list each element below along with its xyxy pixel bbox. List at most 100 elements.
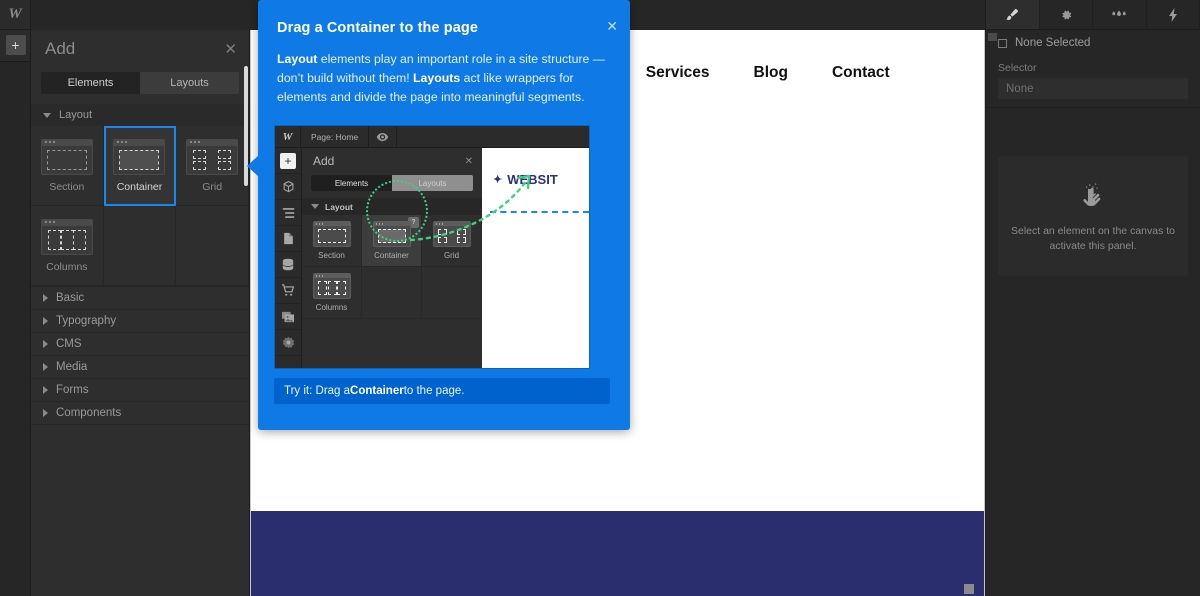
tooltip-body: Layout elements play an important role i… (258, 36, 630, 106)
tooltip-try-it-bar: Try it: Drag a Container to the page. (274, 378, 610, 404)
mini-add-icon: + (275, 148, 301, 174)
paintbrush-icon (1006, 8, 1019, 20)
mini-page-label: Page: Home (301, 126, 370, 148)
category-basic[interactable]: Basic (31, 287, 249, 310)
onboarding-tooltip: ✕ Drag a Container to the page Layout el… (247, 0, 630, 430)
category-cms[interactable]: CMS (31, 333, 249, 356)
canvas-left-edge (250, 30, 251, 596)
mini-section-label: Layout (325, 201, 353, 212)
category-label: Typography (56, 315, 117, 327)
category-label: CMS (56, 338, 82, 350)
nav-link-blog[interactable]: Blog (754, 64, 788, 82)
tab-layouts[interactable]: Layouts (140, 72, 239, 94)
canvas-resize-handle[interactable] (964, 584, 974, 594)
try-it-part: to the page. (403, 385, 465, 397)
section-glyph (40, 138, 93, 175)
gear-icon (1062, 10, 1071, 19)
element-grid[interactable]: Grid (176, 126, 249, 206)
mini-icon-rail: + (275, 148, 302, 368)
panel-scroll-indicator[interactable] (988, 33, 997, 41)
add-icon: + (5, 35, 26, 55)
element-columns[interactable]: Columns (31, 206, 104, 286)
drag-path-arrow (409, 174, 531, 242)
style-panel-tabs (986, 0, 1200, 30)
mini-assets-icon (275, 304, 301, 330)
mini-element-label: Grid (443, 251, 460, 260)
layout-elements-grid: Section Container Grid Columns (31, 126, 249, 286)
tooltip-title: Drag a Container to the page (277, 20, 478, 36)
tab-effects[interactable] (1093, 0, 1147, 29)
mini-empty-cell (422, 267, 482, 319)
category-label: Basic (56, 292, 85, 304)
category-typography[interactable]: Typography (31, 310, 249, 333)
selection-label: None Selected (1015, 37, 1091, 49)
tooltip-body-part: Layouts (413, 70, 461, 85)
element-label: Columns (46, 260, 88, 273)
style-panel-empty-state: Select an element on the canvas to activ… (998, 156, 1188, 276)
nav-link-contact[interactable]: Contact (832, 64, 890, 82)
element-label: Section (49, 180, 85, 193)
element-container[interactable]: Container (103, 126, 177, 206)
add-panel-header: Add ✕ (31, 30, 249, 68)
mini-element-section: Section (302, 215, 362, 267)
mini-element-label: Container (374, 251, 409, 260)
tooltip-body-part: Layout (277, 52, 318, 66)
mini-pages-icon (275, 226, 301, 252)
lightning-bolt-icon (1168, 7, 1177, 22)
element-label: Grid (202, 180, 223, 193)
element-categories: Basic Typography CMS Media Forms Compone… (31, 286, 249, 425)
app-logo[interactable]: W (0, 0, 30, 30)
rail-remainder (0, 61, 30, 596)
mini-settings-icon (275, 330, 301, 356)
webflow-designer-window: W + Add ✕ Elements Layouts Layout Sectio… (0, 0, 1200, 596)
empty-state-text: Select an element on the canvas to activ… (1010, 224, 1176, 252)
section-header-layout[interactable]: Layout (31, 104, 249, 126)
category-media[interactable]: Media (31, 356, 249, 379)
mini-ecommerce-icon (275, 278, 301, 304)
mini-element-columns: Columns (302, 267, 362, 319)
site-footer-section[interactable] (250, 511, 985, 596)
section-label: Layout (59, 109, 93, 121)
tab-elements[interactable]: Elements (41, 72, 140, 94)
droplets-icon (1112, 10, 1126, 16)
chevron-right-icon (43, 386, 48, 394)
close-icon[interactable]: ✕ (224, 42, 237, 57)
chevron-right-icon (43, 317, 48, 325)
add-panel-tabs: Elements Layouts (41, 72, 239, 94)
chevron-right-icon (43, 409, 48, 417)
selection-status: None Selected (986, 32, 1200, 54)
tab-settings[interactable] (1040, 0, 1093, 29)
close-icon[interactable]: ✕ (606, 19, 618, 33)
add-panel-title: Add (45, 39, 76, 58)
mini-cms-icon (275, 252, 301, 278)
grid-glyph (186, 138, 239, 175)
eye-icon (369, 126, 398, 148)
tooltip-arrow (247, 155, 259, 177)
category-components[interactable]: Components (31, 402, 249, 425)
tab-style[interactable] (986, 0, 1040, 29)
mini-add-title: Add (313, 154, 335, 168)
selection-checkbox-icon (998, 38, 1007, 48)
chevron-right-icon (43, 363, 48, 371)
highlight-ring (366, 180, 428, 242)
add-panel-toggle[interactable]: + (0, 30, 31, 60)
chevron-down-icon (311, 204, 319, 209)
try-it-part: Try it: Drag a (284, 385, 351, 397)
mini-navigator-icon (275, 200, 301, 226)
nav-link-services[interactable]: Services (646, 64, 710, 82)
tab-interactions[interactable] (1147, 0, 1200, 29)
mini-app-logo: W (275, 126, 301, 148)
selector-input[interactable]: None (998, 78, 1188, 99)
container-glyph (113, 138, 166, 175)
style-panel: None Selected Selector None Select an el… (964, 0, 1200, 596)
mini-empty-cell (362, 267, 422, 319)
category-forms[interactable]: Forms (31, 379, 249, 402)
section-glyph (312, 221, 351, 247)
try-it-part: Container (350, 385, 404, 397)
mini-element-label: Section (318, 251, 345, 260)
close-icon: ✕ (464, 155, 473, 167)
empty-cell (176, 206, 249, 286)
category-label: Forms (56, 384, 89, 396)
chevron-down-icon (43, 112, 51, 118)
element-section[interactable]: Section (31, 126, 104, 206)
